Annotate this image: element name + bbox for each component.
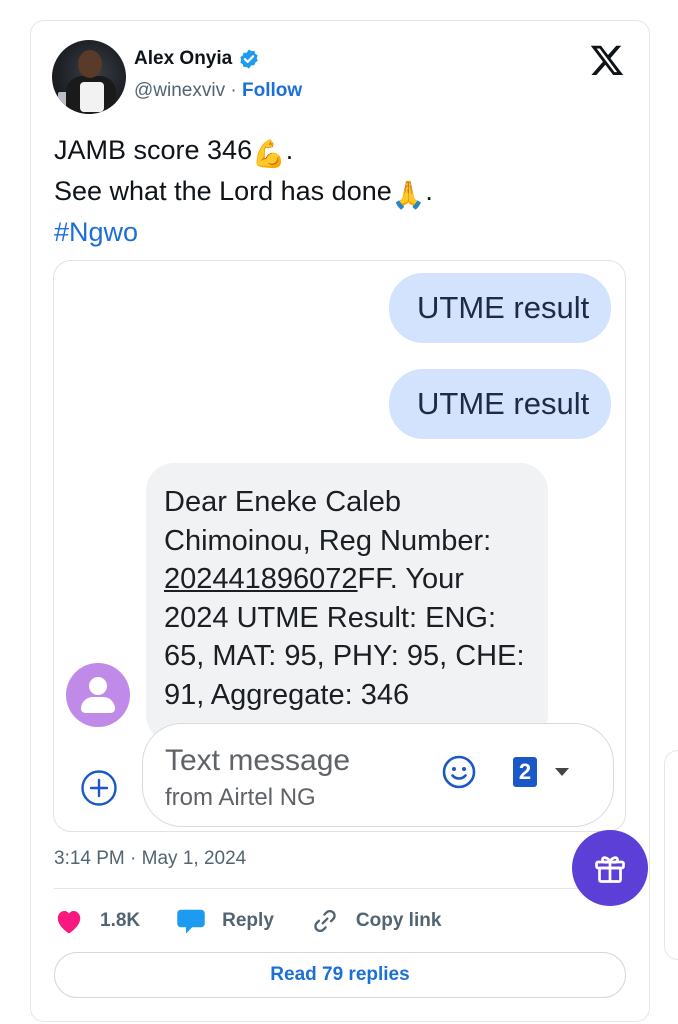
divider xyxy=(54,888,626,889)
tweet-line-2-end: . xyxy=(425,176,433,206)
sms-outgoing-text: UTME result xyxy=(417,386,590,421)
avatar-head xyxy=(78,50,102,78)
follow-button[interactable]: Follow xyxy=(242,80,302,101)
sim-slot-icon: 2 xyxy=(513,757,537,787)
tweet-media-screenshot[interactable]: UTME result UTME result Dear Eneke Caleb… xyxy=(53,260,626,832)
gift-icon xyxy=(595,856,625,883)
tweet-line-1-end: . xyxy=(285,135,294,165)
sms-outgoing-bubble: UTME result xyxy=(389,273,611,343)
folded-hands-emoji: 🙏 xyxy=(391,180,426,210)
copy-link-label: Copy link xyxy=(355,910,442,931)
handle-separator: · xyxy=(225,80,242,101)
verified-badge-icon xyxy=(240,49,258,69)
sender-avatar xyxy=(66,663,130,727)
compose-carrier: from Airtel NG xyxy=(165,784,316,811)
sms-compose-field: Text message from Airtel NG 2 xyxy=(142,723,614,827)
tweet-actions: 1.8K Reply Copy link xyxy=(54,904,477,938)
chevron-down-icon xyxy=(555,768,569,776)
author-handle[interactable]: @winexviv xyxy=(134,80,225,101)
author-handle-row: @winexviv · Follow xyxy=(134,80,302,102)
tweet-line-2-text: See what the Lord has done xyxy=(54,176,392,206)
tweet-timestamp[interactable]: 3:14 PM · May 1, 2024 xyxy=(54,848,246,870)
person-icon-head xyxy=(89,677,107,695)
author-avatar[interactable] xyxy=(52,40,126,114)
side-panel-edge xyxy=(664,750,678,960)
hashtag-link[interactable]: #Ngwo xyxy=(54,214,433,251)
tweet-line-1-text: JAMB score 346 xyxy=(54,135,253,165)
tweet-line-1: JAMB score 346💪. xyxy=(54,132,433,173)
avatar-shirt xyxy=(80,82,104,112)
reply-bubble-icon xyxy=(177,909,205,934)
gift-button[interactable] xyxy=(572,830,648,906)
sms-incoming-bubble: Dear Eneke Caleb Chimoinou, Reg Number: … xyxy=(146,463,548,743)
like-count: 1.8K xyxy=(100,910,141,931)
like-button[interactable]: 1.8K xyxy=(54,907,140,935)
link-icon xyxy=(314,909,336,933)
x-logo-icon[interactable] xyxy=(588,42,626,78)
sms-outgoing-bubble: UTME result xyxy=(389,369,611,439)
reply-label: Reply xyxy=(222,910,274,931)
reply-button[interactable]: Reply xyxy=(176,907,274,935)
copy-link-button[interactable]: Copy link xyxy=(310,907,442,935)
author-name[interactable]: Alex Onyia xyxy=(134,48,232,70)
read-replies-button[interactable]: Read 79 replies xyxy=(54,952,626,998)
smiley-icon xyxy=(442,755,476,789)
sms-outgoing-text: UTME result xyxy=(417,290,590,325)
person-icon-body xyxy=(81,697,115,713)
tweet-line-2: See what the Lord has done🙏. xyxy=(54,173,433,214)
author-name-row: Alex Onyia xyxy=(134,48,260,70)
heart-icon xyxy=(57,911,81,934)
sms-reg-number-link: 202441896072 xyxy=(164,563,358,595)
tweet-text: JAMB score 346💪. See what the Lord has d… xyxy=(54,132,433,251)
plus-circle-icon xyxy=(81,770,117,806)
compose-placeholder: Text message xyxy=(165,744,351,777)
sms-incoming-text-start: Dear Eneke Caleb Chimoinou, Reg Number: xyxy=(164,486,492,557)
flexed-biceps-emoji: 💪 xyxy=(252,139,286,169)
